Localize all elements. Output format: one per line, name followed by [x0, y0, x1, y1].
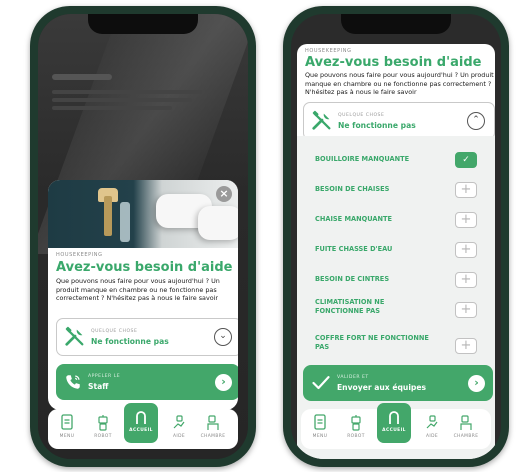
tools-icon — [312, 110, 331, 130]
home-icon — [389, 411, 399, 424]
check-icon — [312, 376, 330, 390]
list-item[interactable]: FUITE CHASSE D'EAU + — [315, 242, 477, 258]
modal-description: Que pouvons nous faire pour vous aujourd… — [56, 277, 220, 302]
robot-icon — [351, 415, 361, 431]
submit-button-label: VALIDER ET — [337, 375, 369, 380]
help-icon — [426, 415, 438, 429]
right-screen: HOUSEKEEPING Avez-vous besoin d'aide Que… — [291, 14, 501, 459]
modal-title: Avez-vous besoin d'aide — [56, 260, 233, 275]
nav-help-label: AIDE — [425, 434, 439, 439]
phone-icon — [66, 375, 80, 389]
issue-type-select[interactable]: QUELQUE CHOSE Ne fonctionne pas ⌄ — [56, 318, 238, 356]
tools-icon — [65, 326, 84, 346]
chevron-right-icon: › — [215, 374, 232, 391]
home-icon — [136, 411, 146, 424]
bottom-nav: MENU ROBOT ACCUEIL AIDE CHAMBRE — [48, 403, 238, 449]
plus-icon[interactable]: + — [455, 302, 477, 318]
help-icon — [173, 415, 185, 429]
background-text-line — [52, 90, 202, 94]
list-item[interactable]: BESOIN DE CHAISES + — [315, 182, 477, 198]
select-label: QUELQUE CHOSE — [338, 113, 385, 118]
select-value: Ne fonctionne pas — [338, 121, 416, 130]
select-value: Ne fonctionne pas — [91, 337, 169, 346]
list-item-label: BOUILLOIRE MANQUANTE — [315, 155, 410, 163]
select-label: QUELQUE CHOSE — [91, 329, 138, 334]
room-photo — [48, 180, 238, 248]
list-item-label: COFFRE FORT NE FONCTIONNE PAS — [315, 334, 429, 351]
panel-description: Que pouvons nous faire pour vous aujourd… — [305, 71, 494, 96]
nav-menu[interactable]: MENU — [52, 409, 82, 449]
nav-home-label: ACCUEIL — [382, 428, 406, 433]
section-kicker: HOUSEKEEPING — [305, 48, 352, 54]
list-item[interactable]: BOUILLOIRE MANQUANTE ✓ — [315, 152, 477, 168]
plus-icon[interactable]: + — [455, 272, 477, 288]
phone-notch — [88, 14, 198, 34]
phone-notch — [341, 14, 451, 34]
menu-icon — [314, 414, 326, 430]
lamp-base — [104, 196, 112, 236]
nav-robot-label: ROBOT — [347, 434, 365, 439]
robot-icon — [98, 415, 108, 431]
list-item-label: CHAISE MANQUANTE — [315, 215, 393, 223]
nav-home-label: ACCUEIL — [129, 428, 153, 433]
plus-icon[interactable]: + — [455, 182, 477, 198]
list-item[interactable]: BESOIN DE CINTRES + — [315, 272, 477, 288]
list-item-label: BESOIN DE CHAISES — [315, 185, 390, 193]
plus-icon[interactable]: + — [455, 338, 477, 354]
nav-home[interactable]: ACCUEIL — [377, 403, 411, 443]
bed-icon — [207, 415, 219, 430]
background-text-line — [52, 106, 172, 110]
nav-robot[interactable]: ROBOT — [88, 409, 118, 449]
list-item-label: CLIMATISATION NE FONCTIONNE PAS — [315, 298, 385, 315]
chevron-right-icon: › — [468, 375, 485, 392]
section-kicker: HOUSEKEEPING — [56, 252, 103, 258]
call-button-label: APPELER LE — [88, 374, 121, 379]
nav-menu-label: MENU — [312, 434, 328, 439]
list-item[interactable]: CLIMATISATION NE FONCTIONNE PAS + — [315, 298, 477, 320]
list-item[interactable]: CHAISE MANQUANTE + — [315, 212, 477, 228]
right-phone: HOUSEKEEPING Avez-vous besoin d'aide Que… — [283, 6, 509, 467]
list-item-label: FUITE CHASSE D'EAU — [315, 245, 393, 253]
nav-menu[interactable]: MENU — [305, 409, 335, 449]
panel-title: Avez-vous besoin d'aide — [305, 55, 482, 70]
nav-help-label: AIDE — [172, 434, 186, 439]
nav-menu-label: MENU — [59, 434, 75, 439]
nav-home[interactable]: ACCUEIL — [124, 403, 158, 443]
bottom-nav: MENU ROBOT ACCUEIL AIDE CHAMBRE — [301, 403, 491, 449]
background-text-line — [52, 98, 192, 102]
left-phone: × HOUSEKEEPING Avez-vous besoin d'aide Q… — [30, 6, 256, 467]
pillow — [198, 206, 238, 240]
bed-icon — [460, 415, 472, 430]
left-screen: × HOUSEKEEPING Avez-vous besoin d'aide Q… — [38, 14, 248, 459]
submit-button-value: Envoyer aux équipes — [337, 383, 427, 392]
nav-room[interactable]: CHAMBRE — [451, 409, 481, 449]
nav-help[interactable]: AIDE — [164, 409, 194, 449]
help-modal: × HOUSEKEEPING Avez-vous besoin d'aide Q… — [48, 180, 238, 410]
call-staff-button[interactable]: APPELER LE Staff › — [56, 364, 238, 400]
chevron-up-icon: ⌃ — [467, 112, 485, 130]
submit-button[interactable]: VALIDER ET Envoyer aux équipes › — [303, 365, 493, 401]
check-icon[interactable]: ✓ — [455, 152, 477, 168]
issue-type-select[interactable]: QUELQUE CHOSE Ne fonctionne pas ⌃ — [303, 102, 495, 140]
list-item-label: BESOIN DE CINTRES — [315, 275, 390, 283]
help-panel: HOUSEKEEPING Avez-vous besoin d'aide Que… — [297, 44, 495, 459]
plus-icon[interactable]: + — [455, 212, 477, 228]
plus-icon[interactable]: + — [455, 242, 477, 258]
list-item[interactable]: COFFRE FORT NE FONCTIONNE PAS + — [315, 334, 477, 356]
menu-icon — [61, 414, 73, 430]
water-bottle — [120, 202, 130, 242]
nav-room-label: CHAMBRE — [453, 434, 479, 439]
close-button[interactable]: × — [216, 186, 232, 202]
nav-robot-label: ROBOT — [94, 434, 112, 439]
chevron-down-icon: ⌄ — [214, 328, 232, 346]
nav-help[interactable]: AIDE — [417, 409, 447, 449]
call-button-value: Staff — [88, 382, 109, 391]
nav-robot[interactable]: ROBOT — [341, 409, 371, 449]
nav-room-label: CHAMBRE — [200, 434, 226, 439]
nav-room[interactable]: CHAMBRE — [198, 409, 228, 449]
background-heading — [52, 74, 112, 80]
